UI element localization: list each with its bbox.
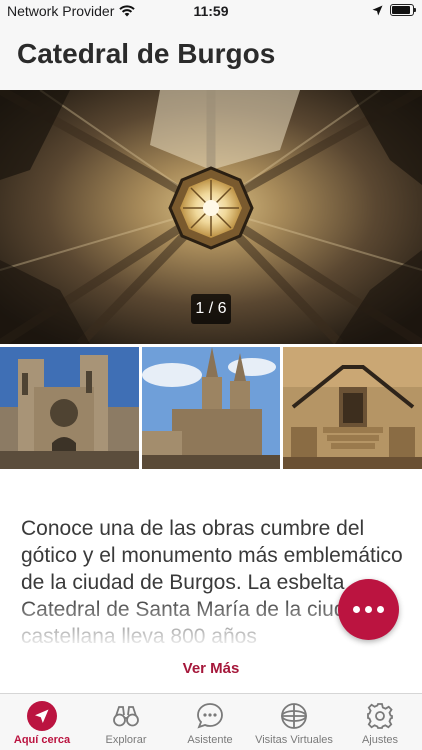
exterior-photo	[142, 347, 280, 469]
more-options-button[interactable]	[338, 579, 399, 640]
navigation-arrow-icon	[27, 701, 57, 731]
header: Catedral de Burgos	[0, 22, 422, 90]
tab-ajustes[interactable]: Ajustes	[338, 694, 422, 750]
status-bar: Network Provider 11:59	[0, 0, 422, 22]
facade-photo	[0, 347, 139, 469]
battery-level	[392, 6, 410, 14]
tab-label: Explorar	[105, 734, 147, 746]
battery-icon	[390, 4, 416, 16]
tab-label: Ajustes	[361, 734, 399, 746]
thumbnail-staircase[interactable]	[283, 347, 422, 469]
tab-aqui-cerca[interactable]: Aquí cerca	[0, 694, 84, 750]
page-title: Catedral de Burgos	[17, 38, 276, 69]
tab-explorar[interactable]: Explorar	[84, 694, 168, 750]
dot-icon	[353, 606, 360, 613]
tab-visitas-virtuales[interactable]: Visitas Virtuales	[252, 694, 336, 750]
status-time: 11:59	[193, 3, 229, 19]
status-indicators	[372, 4, 416, 16]
tab-asistente[interactable]: Asistente	[168, 694, 252, 750]
tab-bar: Aquí cerca Explorar Asistente Visitas Vi…	[0, 693, 422, 750]
tab-label: Aquí cerca	[13, 734, 71, 746]
gear-icon	[367, 703, 393, 729]
chat-bubble-icon	[197, 703, 223, 729]
location-arrow-icon	[372, 5, 383, 15]
see-more-link[interactable]: Ver Más	[0, 660, 422, 677]
thumbnail-facade[interactable]	[0, 347, 139, 469]
thumbnail-exterior[interactable]	[142, 347, 280, 469]
staircase-photo	[283, 347, 422, 469]
binoculars-icon	[113, 706, 139, 727]
tab-label: Visitas Virtuales	[255, 734, 333, 746]
dot-icon	[365, 606, 372, 613]
gallery-counter: 1 / 6	[191, 294, 231, 324]
thumbnail-strip	[0, 347, 422, 469]
tab-label: Asistente	[187, 734, 233, 746]
dot-icon	[377, 606, 384, 613]
globe-icon	[281, 703, 307, 729]
